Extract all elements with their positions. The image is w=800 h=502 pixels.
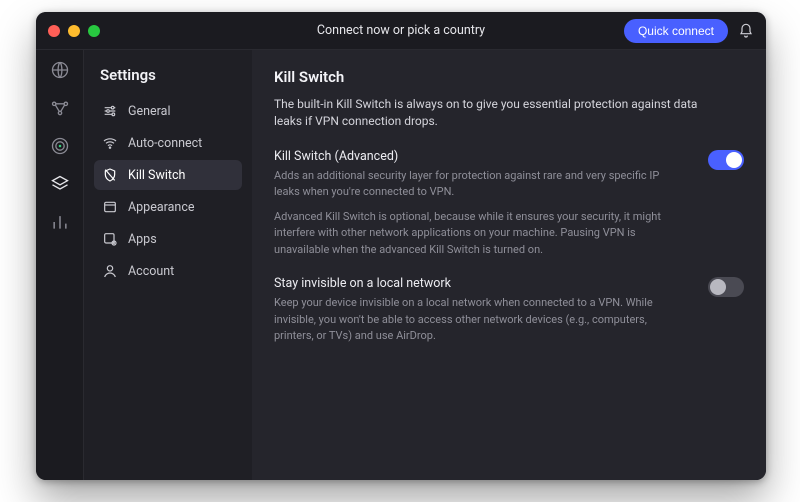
setting-title: Kill Switch (Advanced) [274,149,694,164]
setting-title: Stay invisible on a local network [274,276,694,291]
main-panel: Kill Switch The built-in Kill Switch is … [252,50,766,480]
sidebar-item-label: Kill Switch [128,168,185,183]
apps-icon [102,231,118,247]
close-window-button[interactable] [48,25,60,37]
rail-stats-icon[interactable] [50,212,70,232]
app-window: Connect now or pick a country Quick conn… [36,12,766,480]
toggle-kill-switch-advanced[interactable] [708,150,744,170]
sidebar-item-general[interactable]: General [94,96,242,126]
sidebar-item-label: Appearance [128,200,195,215]
app-body: Settings General Auto-connect [36,50,766,480]
sidebar-title: Settings [100,66,236,84]
setting-row-advanced: Kill Switch (Advanced) Adds an additiona… [274,149,744,259]
sidebar-item-label: Apps [128,232,157,247]
rail-globe-icon[interactable] [50,60,70,80]
page-heading: Kill Switch [274,68,744,86]
page-intro: The built-in Kill Switch is always on to… [274,96,704,131]
titlebar: Connect now or pick a country Quick conn… [36,12,766,50]
sliders-icon [102,103,118,119]
setting-description: Keep your device invisible on a local ne… [274,295,674,345]
toggle-stay-invisible[interactable] [708,277,744,297]
setting-description: Adds an additional security layer for pr… [274,168,674,259]
settings-sidebar: Settings General Auto-connect [84,50,252,480]
shield-off-icon [102,167,118,183]
sidebar-item-apps[interactable]: Apps [94,224,242,254]
rail-radar-icon[interactable] [50,136,70,156]
nav-rail [36,50,84,480]
sidebar-item-account[interactable]: Account [94,256,242,286]
sidebar-item-kill-switch[interactable]: Kill Switch [94,160,242,190]
quick-connect-button[interactable]: Quick connect [624,19,728,43]
rail-mesh-icon[interactable] [50,98,70,118]
zoom-window-button[interactable] [88,25,100,37]
minimize-window-button[interactable] [68,25,80,37]
sidebar-item-label: Auto-connect [128,136,202,151]
setting-row-invisible: Stay invisible on a local network Keep y… [274,276,744,345]
wifi-icon [102,135,118,151]
rail-settings-icon[interactable] [50,174,70,194]
sidebar-list: General Auto-connect Kill Switch [94,96,242,286]
notifications-icon[interactable] [738,23,754,39]
window-controls [48,25,100,37]
user-icon [102,263,118,279]
sidebar-item-appearance[interactable]: Appearance [94,192,242,222]
sidebar-item-label: Account [128,264,174,279]
sidebar-item-auto-connect[interactable]: Auto-connect [94,128,242,158]
window-icon [102,199,118,215]
sidebar-item-label: General [128,104,171,119]
